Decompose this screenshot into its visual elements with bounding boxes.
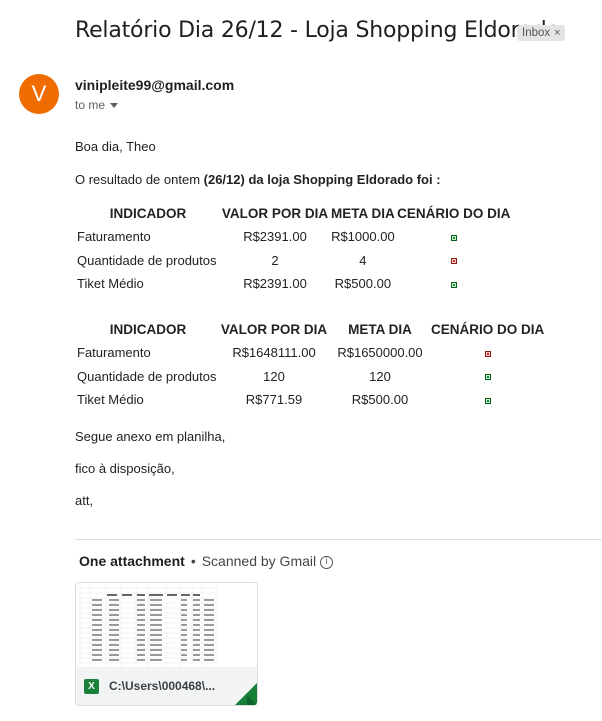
indicador-cell: Tiket Médio (77, 276, 144, 292)
header-meta: META DIA (348, 321, 412, 337)
meta-cell: R$500.00 (351, 392, 409, 408)
meta-cell: R$1650000.00 (337, 345, 423, 361)
header-valor: VALOR POR DIA (221, 205, 329, 221)
sender-email[interactable]: vinipleite99@gmail.com (75, 77, 234, 93)
meta-cell: 4 (359, 252, 367, 268)
meta-cell: R$1000.00 (331, 229, 395, 245)
valor-cell: R$2391.00 (243, 276, 307, 292)
cenario-cell (395, 272, 513, 296)
close-icon[interactable]: × (554, 27, 560, 39)
separator-dot: • (190, 553, 196, 569)
status-green-icon (450, 281, 457, 288)
attachments-heading: One attachment (79, 553, 185, 569)
attachments-divider (75, 539, 602, 540)
cenario-cell (395, 225, 513, 249)
attachments-header: One attachment • Scanned by Gmail i (79, 553, 334, 569)
spreadsheet-preview-image (76, 583, 257, 667)
sheet-corner-fold (247, 695, 257, 705)
avatar[interactable]: V (19, 74, 59, 114)
recipient-details[interactable]: to me (75, 98, 119, 112)
indicador-cell: Tiket Médio (77, 392, 144, 408)
excel-icon: X (84, 679, 99, 694)
header-valor: VALOR POR DIA (220, 321, 328, 337)
attachment-card[interactable]: X C:\Users\000468\... (75, 582, 258, 706)
recipient-text: to me (75, 98, 106, 112)
cenario-cell (431, 365, 544, 389)
valor-cell: 120 (263, 368, 285, 384)
spreadsheet-thumbnail (76, 583, 257, 667)
meta-cell: 120 (369, 368, 391, 384)
status-red-icon (450, 258, 457, 265)
status-green-icon (484, 374, 491, 381)
valor-cell: R$1648111.00 (232, 345, 316, 361)
status-red-icon (484, 350, 491, 357)
closing-line-3: att, (75, 493, 94, 508)
closing-line-2: fico à disposição, (75, 461, 175, 476)
header-cenario: CENÁRIO DO DIA (431, 321, 545, 337)
header-meta: META DIA (331, 205, 395, 221)
table-header-row: INDICADOR VALOR POR DIA META DIA CENÁRIO… (77, 317, 545, 341)
results-table-2: INDICADOR VALOR POR DIA META DIA CENÁRIO… (77, 317, 544, 412)
indicador-cell: Quantidade de produtos (77, 368, 217, 384)
valor-cell: R$771.59 (245, 392, 303, 408)
intro-line: O resultado de ontem (26/12) da loja Sho… (75, 172, 441, 187)
header-indicador: INDICADOR (109, 321, 187, 337)
table-row: Tiket Médio R$771.59 R$500.00 (77, 388, 544, 412)
greeting: Boa dia, Theo (75, 139, 156, 154)
table-row: Tiket Médio R$2391.00 R$500.00 (77, 272, 513, 296)
cenario-cell (431, 341, 544, 365)
cenario-cell (395, 249, 513, 273)
intro-bold: (26/12) da loja Shopping Eldorado foi : (203, 172, 441, 187)
chevron-down-icon[interactable] (110, 103, 119, 109)
table-header-row: INDICADOR VALOR POR DIA META DIA CENÁRIO… (77, 201, 513, 225)
status-green-icon (450, 234, 457, 241)
table-row: Quantidade de produtos 120 120 (77, 365, 544, 389)
info-icon[interactable]: i (320, 555, 334, 569)
inbox-label-chip[interactable]: Inbox × (517, 25, 565, 41)
attachment-file-name[interactable]: C:\Users\000468\... (109, 679, 215, 693)
indicador-cell: Faturamento (77, 229, 151, 245)
indicador-cell: Quantidade de produtos (77, 252, 217, 268)
valor-cell: 2 (271, 252, 279, 268)
header-cenario: CENÁRIO DO DIA (397, 205, 511, 221)
table-row: Faturamento R$1648111.00 R$1650000.00 (77, 341, 544, 365)
results-table-1: INDICADOR VALOR POR DIA META DIA CENÁRIO… (77, 201, 513, 296)
inbox-label-text: Inbox (522, 27, 551, 39)
cenario-cell (431, 388, 544, 412)
indicador-cell: Faturamento (77, 345, 151, 361)
closing-line-1: Segue anexo em planilha, (75, 429, 226, 444)
valor-cell: R$2391.00 (243, 229, 307, 245)
scan-note: Scanned by Gmail (201, 553, 317, 569)
table-row: Faturamento R$2391.00 R$1000.00 (77, 225, 513, 249)
header-indicador: INDICADOR (109, 205, 187, 221)
table-row: Quantidade de produtos 2 4 (77, 249, 513, 273)
intro-prefix: O resultado de ontem (75, 172, 204, 187)
meta-cell: R$500.00 (334, 276, 392, 292)
status-green-icon (484, 397, 491, 404)
email-subject: Relatório Dia 26/12 - Loja Shopping Eldo… (75, 18, 560, 43)
